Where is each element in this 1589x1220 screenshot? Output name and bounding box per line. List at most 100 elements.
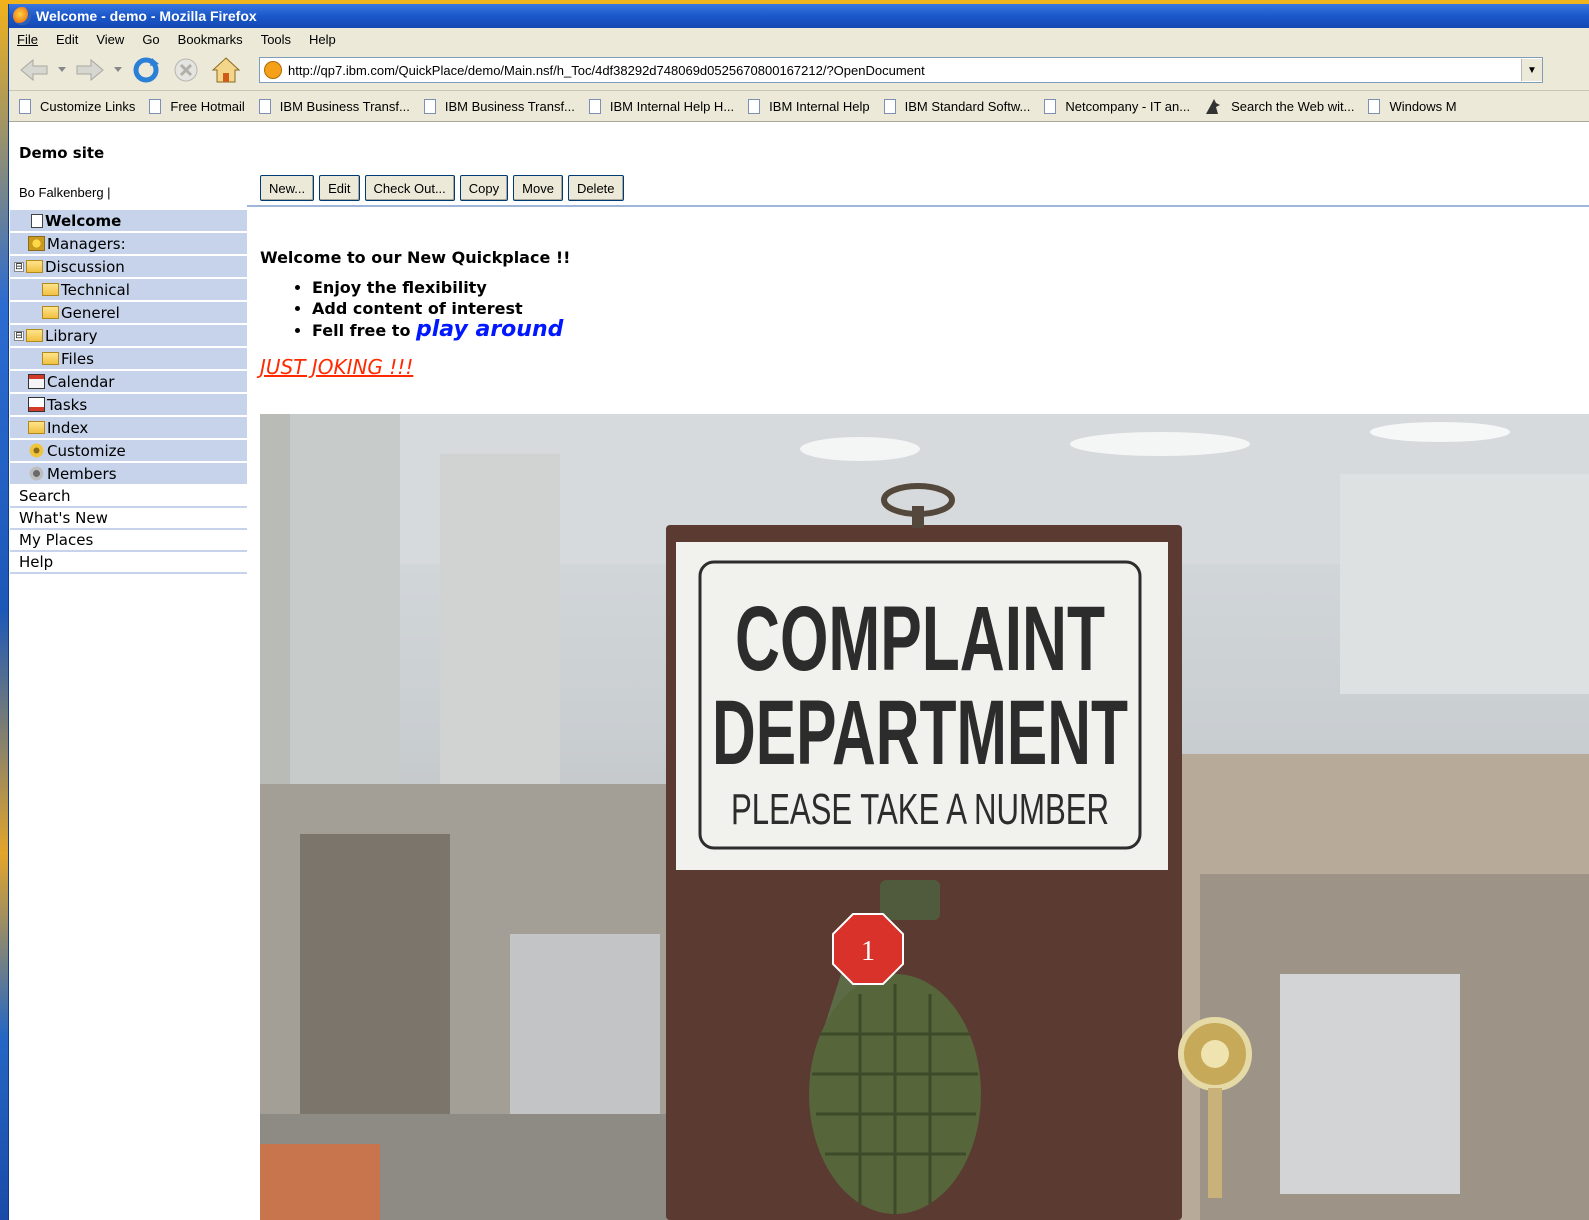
complaint-department-photo: COMPLAINT DEPARTMENT PLEASE TAKE A NUMBE… [260,414,1589,1220]
page-icon [1044,98,1057,114]
menu-file[interactable]: File [17,32,38,47]
check-out-button[interactable]: Check Out... [364,175,455,201]
dropdown-arrow-icon [58,67,66,72]
toc-item-files[interactable]: Files [10,348,247,371]
toc-item-discussion[interactable]: ⊟ Discussion [10,256,247,279]
reload-button[interactable] [129,55,163,85]
folder-icon [42,352,59,365]
toc-item-generel[interactable]: Generel [10,302,247,325]
forward-arrow-icon [76,58,104,82]
forward-dropdown[interactable] [113,55,123,85]
bookmark-item[interactable]: IBM Internal Help H... [588,98,735,114]
firefox-icon [13,7,31,25]
home-button[interactable] [209,55,243,85]
sign-line-3: PLEASE TAKE A NUMBER [731,785,1109,834]
site-favicon-icon [264,61,282,79]
collapse-toggle-icon[interactable]: ⊟ [14,261,24,272]
toc-label: Files [61,349,94,368]
bookmark-item[interactable]: Free Hotmail [149,98,245,114]
toc-item-members[interactable]: Members [10,463,247,486]
nav-link-help[interactable]: Help [10,552,247,574]
play-around-link[interactable]: play around [416,317,563,342]
managers-icon [28,236,45,251]
page-icon [423,98,436,114]
bookmark-label: Search the Web wit... [1231,98,1355,114]
navigation-toolbar: http://qp7.ibm.com/QuickPlace/demo/Main.… [9,50,1589,91]
menu-go[interactable]: Go [142,32,159,47]
search-dog-icon [1204,97,1222,115]
toc-label: Technical [61,280,130,299]
nav-link-whatsnew[interactable]: What's New [10,508,247,530]
user-name[interactable]: Bo Falkenberg | [19,185,111,200]
delete-button[interactable]: Delete [567,175,624,201]
toc-item-tasks[interactable]: Tasks [10,394,247,417]
customize-icon [28,443,45,458]
stop-button[interactable] [169,55,203,85]
folder-icon [42,283,59,296]
bookmark-item[interactable]: Windows M [1368,98,1457,114]
toc-item-customize[interactable]: Customize [10,440,247,463]
forward-button[interactable] [73,55,107,85]
toc-label: Discussion [45,257,125,276]
bookmark-label: IBM Business Transf... [279,98,410,114]
url-history-dropdown[interactable]: ▼ [1521,59,1542,81]
nav-link-myplaces[interactable]: My Places [10,530,247,552]
window-title: Welcome - demo - Mozilla Firefox [36,8,257,24]
bookmark-item[interactable]: Search the Web wit... [1204,97,1354,115]
bookmark-item[interactable]: IBM Internal Help [748,98,870,114]
page-icon [19,98,31,114]
welcome-heading: Welcome to our New Quickplace !! [260,248,571,267]
list-item: Add content of interest [312,298,1589,319]
bookmark-label: IBM Internal Help H... [609,98,735,114]
bookmark-label: Windows M [1389,98,1457,114]
number-tag: 1 [861,936,875,967]
toc-label: Members [47,464,117,483]
menu-help[interactable]: Help [309,32,336,47]
copy-button[interactable]: Copy [459,175,509,201]
menu-edit[interactable]: Edit [56,32,78,47]
toc-item-calendar[interactable]: Calendar [10,371,247,394]
page-icon [748,98,761,114]
toc-label: Generel [61,303,120,322]
browser-window: Welcome - demo - Mozilla Firefox File Ed… [8,4,1589,1220]
bookmark-label: Customize Links [40,98,136,114]
quickplace-page: Demo site Bo Falkenberg | New... Edit Ch… [9,144,1589,1220]
new-button[interactable]: New... [260,175,315,201]
nav-link-search[interactable]: Search [10,486,247,508]
edit-button[interactable]: Edit [319,175,360,201]
list-item: Fell free to play around [312,319,1589,341]
url-bar[interactable]: http://qp7.ibm.com/QuickPlace/demo/Main.… [259,57,1543,83]
page-icon [149,98,162,114]
open-folder-icon [26,260,43,273]
header-divider [247,205,1589,207]
sign-line-1: COMPLAINT [735,588,1105,690]
bookmark-label: IBM Standard Softw... [904,98,1031,114]
toc-item-index[interactable]: Index [10,417,247,440]
page-icon [588,98,601,114]
menu-view[interactable]: View [96,32,124,47]
toc-label: Tasks [47,395,88,414]
toc-item-technical[interactable]: Technical [10,279,247,302]
collapse-toggle-icon[interactable]: ⊟ [14,330,24,341]
bookmark-item[interactable]: IBM Standard Softw... [883,98,1031,114]
menu-bookmarks[interactable]: Bookmarks [178,32,243,47]
table-of-contents: Welcome Managers: ⊟ Discussion Technical Gene… [10,210,247,574]
menu-tools[interactable]: Tools [261,32,291,47]
action-bar: New... Edit Check Out... Copy Move Delet… [260,175,629,201]
bookmark-label: IBM Business Transf... [444,98,575,114]
toc-label: Welcome [45,211,122,230]
members-icon [28,466,45,481]
toc-item-library[interactable]: ⊟ Library [10,325,247,348]
bookmark-item[interactable]: IBM Business Transf... [258,98,410,114]
move-button[interactable]: Move [513,175,563,201]
bookmark-item[interactable]: Netcompany - IT an... [1044,98,1191,114]
bookmark-label: Netcompany - IT an... [1065,98,1191,114]
toc-item-managers[interactable]: Managers: [10,233,247,256]
url-text[interactable]: http://qp7.ibm.com/QuickPlace/demo/Main.… [288,63,1521,78]
bookmark-item[interactable]: IBM Business Transf... [423,98,575,114]
back-button[interactable] [17,55,51,85]
bookmark-item[interactable]: Customize Links [19,98,136,114]
just-joking-link[interactable]: JUST JOKING !!! [260,355,413,379]
back-dropdown[interactable] [57,55,67,85]
toc-item-welcome[interactable]: Welcome [10,210,247,233]
